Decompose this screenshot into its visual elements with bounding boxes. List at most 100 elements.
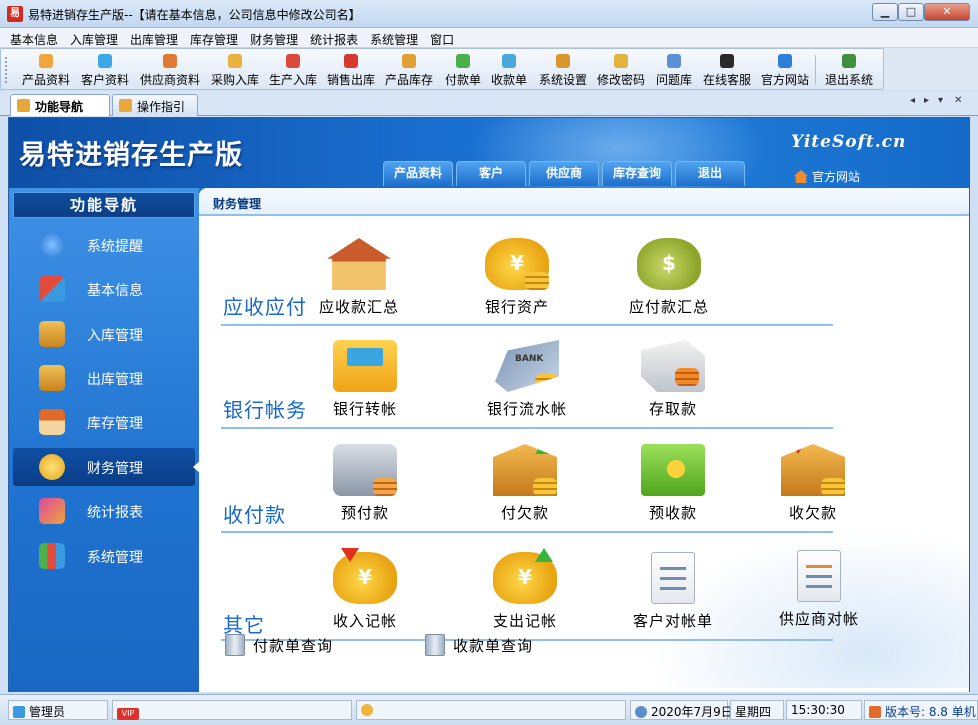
advance-receipt-button[interactable]: 预收款 <box>613 444 733 523</box>
toolbar-label: 问题库 <box>655 73 692 87</box>
box-coins-icon <box>781 444 845 496</box>
toolbar-settings-button[interactable]: 系统设置 <box>535 52 591 88</box>
exit-icon <box>842 54 856 68</box>
doc-line <box>806 575 832 578</box>
toolbar-product-button[interactable]: 产品资料 <box>15 52 77 88</box>
toolbar-sales-button[interactable]: 销售出库 <box>323 52 379 88</box>
menu-inventory[interactable]: 库存管理 <box>184 28 244 48</box>
toolbar-support-button[interactable]: 在线客服 <box>699 52 755 88</box>
toolbar-production-button[interactable]: 生产入库 <box>265 52 321 88</box>
sidebar-item-basic-info[interactable]: 基本信息 <box>13 270 195 308</box>
product-title: 易特进销存生产版 <box>19 140 243 171</box>
toolbar-label: 付款单 <box>444 73 481 87</box>
tab-scroll-left-icon[interactable]: ◂ <box>910 95 915 106</box>
deposit-withdraw-button[interactable]: 存取款 <box>613 340 733 419</box>
toolbar-grip[interactable] <box>5 57 8 83</box>
sidebar-item-system-alert[interactable]: 系统提醒 <box>13 226 195 264</box>
prepayment-button[interactable]: 预付款 <box>305 444 425 523</box>
status-vip: VIP <box>112 700 352 720</box>
menu-basic-info[interactable]: 基本信息 <box>0 28 64 48</box>
toolbar-label: 供应商资料 <box>139 73 200 87</box>
password-icon <box>614 54 628 68</box>
tab-scroll-right-icon[interactable]: ▸ <box>924 95 929 106</box>
payment-query-link[interactable]: 付款单查询 <box>225 634 333 656</box>
maximize-button[interactable]: □ <box>898 3 924 21</box>
expense-entry-button[interactable]: ¥ 支出记帐 <box>465 548 585 631</box>
toolbar-payment-button[interactable]: 付款单 <box>441 52 485 88</box>
menu-window[interactable]: 窗口 <box>424 28 460 48</box>
toolbar-supplier-button[interactable]: 供应商资料 <box>135 52 205 88</box>
warehouse-icon <box>39 409 65 435</box>
banner-tab-products[interactable]: 产品资料 <box>383 161 453 186</box>
toolbar-label: 在线客服 <box>702 73 751 87</box>
supplier-statement-button[interactable]: 供应商对帐 <box>749 550 889 629</box>
toolbar-exit-button[interactable]: 退出系统 <box>821 52 877 88</box>
func-label: 存取款 <box>648 400 697 418</box>
payable-summary-button[interactable]: $ 应付款汇总 <box>609 238 729 317</box>
toolbar-inventory-button[interactable]: 产品库存 <box>381 52 437 88</box>
ie-icon <box>778 54 792 68</box>
doc-line <box>806 565 832 568</box>
sidebar-item-outbound[interactable]: 出库管理 <box>13 359 195 397</box>
banner-tab-inventory-query[interactable]: 库存查询 <box>602 161 672 186</box>
toolbar-password-button[interactable]: 修改密码 <box>593 52 649 88</box>
sidebar-item-inbound[interactable]: 入库管理 <box>13 315 195 353</box>
toolbar-label: 系统设置 <box>538 73 587 87</box>
menu-system[interactable]: 系统管理 <box>364 28 424 48</box>
guide-tab-icon <box>119 99 132 112</box>
sidebar-item-inventory[interactable]: 库存管理 <box>13 403 195 441</box>
receipt-query-link[interactable]: 收款单查询 <box>425 634 533 656</box>
bank-transfer-button[interactable]: 银行转帐 <box>305 340 425 419</box>
banner-tab-customers[interactable]: 客户 <box>456 161 526 186</box>
home-icon <box>869 706 881 718</box>
status-user-label: 管理员 <box>29 705 66 719</box>
title-bar: 易 易特进销存生产版--【请在基本信息，公司信息中修改公司名】 ▁ □ ✕ <box>0 0 978 28</box>
content-panel: 财务管理 应收应付 应收款汇总 ¥ 银行资产 $ 应付款汇总 银行帐务 银行转帐… <box>199 188 969 692</box>
production-icon <box>286 54 300 68</box>
banner-tab-suppliers[interactable]: 供应商 <box>529 161 599 186</box>
income-entry-button[interactable]: ¥ 收入记帐 <box>305 548 425 631</box>
func-label: 应付款汇总 <box>628 298 709 316</box>
menu-reports[interactable]: 统计报表 <box>304 28 364 48</box>
official-site-link[interactable]: 官方网站 <box>794 168 860 185</box>
toolbar-customer-button[interactable]: 客户资料 <box>77 52 133 88</box>
toolbar-website-button[interactable]: 官方网站 <box>757 52 813 88</box>
section-title-bank: 银行帐务 <box>223 398 307 422</box>
sidebar-item-finance[interactable]: 财务管理 <box>13 448 201 486</box>
binder-icon <box>225 634 245 656</box>
close-button[interactable]: ✕ <box>924 3 970 21</box>
banknote-icon <box>641 444 705 496</box>
atm-icon <box>333 340 397 392</box>
sidebar-header: 功能导航 <box>13 192 195 218</box>
sidebar-item-system[interactable]: 系统管理 <box>13 537 195 575</box>
red-arrow-icon <box>341 548 359 562</box>
pay-debt-button[interactable]: 付欠款 <box>465 444 585 523</box>
tab-list-icon[interactable]: ▾ <box>938 95 943 106</box>
menu-finance[interactable]: 财务管理 <box>244 28 304 48</box>
toolbar-label: 产品资料 <box>21 73 70 87</box>
toolbar-separator <box>815 55 816 85</box>
menu-inbound[interactable]: 入库管理 <box>64 28 124 48</box>
minimize-button[interactable]: ▁ <box>872 3 898 21</box>
tab-function-nav[interactable]: 功能导航 <box>10 94 110 116</box>
sidebar-item-reports[interactable]: 统计报表 <box>13 492 195 530</box>
tab-close-icon[interactable]: ✕ <box>954 95 962 106</box>
box-out-icon <box>39 365 65 391</box>
func-label: 应收款汇总 <box>318 298 399 316</box>
customer-statement-button[interactable]: 客户对帐单 <box>613 552 733 631</box>
func-label: 付欠款 <box>500 504 549 522</box>
banner-tab-exit[interactable]: 退出 <box>675 161 745 186</box>
toolbar: 产品资料 客户资料 供应商资料 采购入库 生产入库 销售出库 产品库存 付款单 … <box>0 48 884 90</box>
toolbar-purchase-button[interactable]: 采购入库 <box>207 52 263 88</box>
bank-ledger-button[interactable]: BANK 银行流水帐 <box>467 340 587 419</box>
bank-assets-button[interactable]: ¥ 银行资产 <box>457 238 577 317</box>
receivable-summary-button[interactable]: 应收款汇总 <box>299 238 419 317</box>
sidebar-item-label: 统计报表 <box>87 505 143 521</box>
toolbar-receipt-button[interactable]: 收款单 <box>487 52 531 88</box>
toolbar-faq-button[interactable]: 问题库 <box>651 52 697 88</box>
menu-outbound[interactable]: 出库管理 <box>124 28 184 48</box>
padlock-icon <box>333 444 397 496</box>
collect-debt-button[interactable]: 收欠款 <box>753 444 873 523</box>
tab-operation-guide[interactable]: 操作指引 <box>112 94 198 116</box>
quick-link-label: 收款单查询 <box>453 637 534 655</box>
